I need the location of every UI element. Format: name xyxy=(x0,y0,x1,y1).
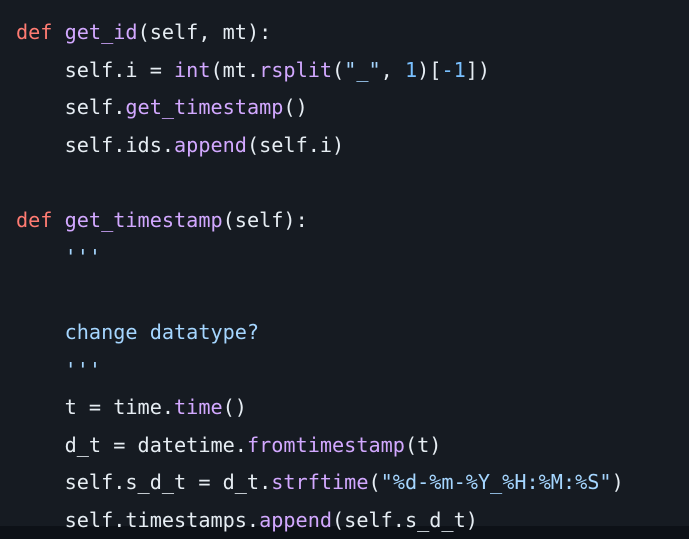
code-token: int xyxy=(174,58,210,82)
code-line xyxy=(16,277,689,315)
code-line: def get_id(self, mt): xyxy=(16,14,689,52)
code-token xyxy=(16,433,65,457)
code-token: self.ids. xyxy=(65,133,174,157)
code-token: self.timestamps. xyxy=(65,508,259,532)
code-token xyxy=(52,20,64,44)
code-token: (self): xyxy=(223,208,308,232)
code-token: ( xyxy=(332,58,344,82)
code-block: def get_id(self, mt): self.i = int(mt.rs… xyxy=(0,0,689,526)
code-token xyxy=(16,508,65,532)
code-line: change datatype? xyxy=(16,314,689,352)
code-token: time xyxy=(174,395,223,419)
code-token: (self.s_d_t) xyxy=(332,508,478,532)
code-token: self.i = xyxy=(65,58,174,82)
code-token xyxy=(16,470,65,494)
code-line: ''' xyxy=(16,352,689,390)
code-token: )[ xyxy=(417,58,441,82)
code-token xyxy=(16,95,65,119)
code-token: () xyxy=(223,395,247,419)
code-token: get_timestamp xyxy=(65,208,223,232)
code-token: ''' xyxy=(65,245,101,269)
code-lines: def get_id(self, mt): self.i = int(mt.rs… xyxy=(16,14,689,539)
code-token: , xyxy=(381,58,405,82)
code-line: self.s_d_t = d_t.strftime("%d-%m-%Y_%H:%… xyxy=(16,464,689,502)
code-token: ''' xyxy=(65,358,101,382)
code-token: ) xyxy=(612,470,624,494)
code-token xyxy=(16,58,65,82)
code-token: get_id xyxy=(65,20,138,44)
code-token: (self.i) xyxy=(247,133,344,157)
code-token: ]) xyxy=(466,58,490,82)
code-line: self.get_timestamp() xyxy=(16,89,689,127)
code-token: "%d-%m-%Y_%H:%M:%S" xyxy=(381,470,612,494)
code-line: t = time.time() xyxy=(16,389,689,427)
code-line: self.timestamps.append(self.s_d_t) xyxy=(16,502,689,539)
code-token: change datatype? xyxy=(65,320,259,344)
code-token: append xyxy=(174,133,247,157)
code-token: 1 xyxy=(405,58,417,82)
code-line xyxy=(16,164,689,202)
code-token: strftime xyxy=(271,470,368,494)
code-token xyxy=(16,395,65,419)
code-line: self.i = int(mt.rsplit("_", 1)[-1]) xyxy=(16,52,689,90)
code-token xyxy=(16,358,65,382)
code-token: t = time. xyxy=(65,395,174,419)
code-token xyxy=(16,133,65,157)
code-token: (self, mt): xyxy=(138,20,272,44)
code-token: ( xyxy=(368,470,380,494)
code-token: d_t = datetime. xyxy=(65,433,247,457)
code-token: self. xyxy=(65,95,126,119)
code-token: def xyxy=(16,208,52,232)
code-token: () xyxy=(283,95,307,119)
code-token xyxy=(16,320,65,344)
code-token: self.s_d_t = d_t. xyxy=(65,470,272,494)
code-line: def get_timestamp(self): xyxy=(16,202,689,240)
code-token xyxy=(52,208,64,232)
code-token: -1 xyxy=(441,58,465,82)
code-token: (mt. xyxy=(210,58,259,82)
code-token: fromtimestamp xyxy=(247,433,405,457)
code-token xyxy=(16,245,65,269)
code-token: (t) xyxy=(405,433,441,457)
code-token: rsplit xyxy=(259,58,332,82)
code-token: "_" xyxy=(344,58,380,82)
code-line: self.ids.append(self.i) xyxy=(16,127,689,165)
code-token: append xyxy=(259,508,332,532)
code-token: def xyxy=(16,20,52,44)
code-line: d_t = datetime.fromtimestamp(t) xyxy=(16,427,689,465)
code-line: ''' xyxy=(16,239,689,277)
code-token: get_timestamp xyxy=(125,95,283,119)
